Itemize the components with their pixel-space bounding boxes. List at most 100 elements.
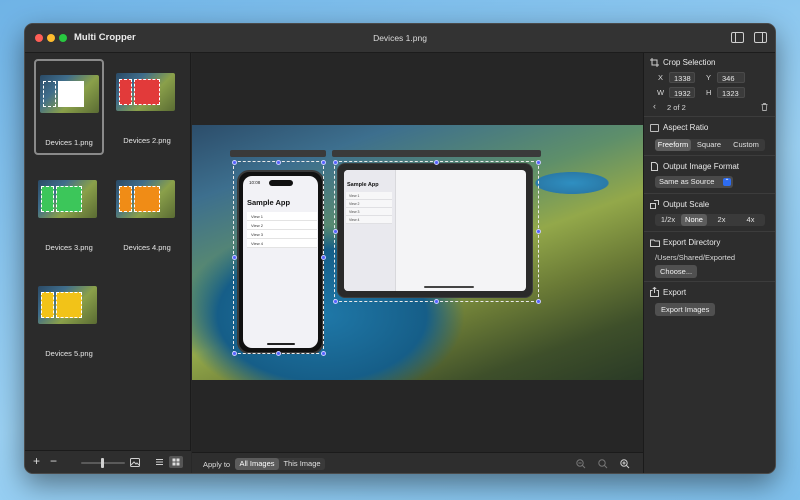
crop-handle[interactable] <box>320 350 326 356</box>
crop-handle[interactable] <box>320 159 326 165</box>
crop-handle[interactable] <box>332 159 338 165</box>
crop-handle[interactable] <box>276 350 281 356</box>
export-directory-section: Export Directory /Users/Shared/Exported … <box>644 232 775 282</box>
export-icon <box>650 287 659 297</box>
thumbnail-image <box>116 73 175 111</box>
section-title: Export <box>663 288 687 297</box>
thumbnail-item[interactable]: Devices 1.png <box>34 59 104 155</box>
inspector-toggle-icon[interactable] <box>754 32 767 43</box>
crop-handle[interactable] <box>231 350 237 356</box>
x-label: X <box>658 73 664 82</box>
y-field[interactable]: 346 <box>717 72 745 83</box>
output-scale-section: Output Scale 1/2x None 2x 4x <box>644 194 775 232</box>
thumbnail-accent <box>58 81 84 107</box>
crop-handle[interactable] <box>332 229 338 234</box>
list-view-icon[interactable] <box>153 457 165 467</box>
thumbnail-accent <box>56 292 82 318</box>
thumbnail-sidebar: Devices 1.png Devices 2.png Devices 3.pn… <box>25 53 191 452</box>
crop-handle[interactable] <box>332 298 338 304</box>
thumbnail-label: Devices 4.png <box>123 243 171 252</box>
section-title: Aspect Ratio <box>663 123 709 132</box>
w-label: W <box>657 88 665 97</box>
export-images-button[interactable]: Export Images <box>655 303 716 316</box>
sidebar-toggle-icon[interactable] <box>731 32 744 43</box>
crop-rect-ipad[interactable] <box>332 159 541 304</box>
thumbnail-image <box>38 286 97 324</box>
crop-selection-section: Crop Selection X 1338 Y 346 W 1932 H 132… <box>644 53 775 117</box>
thumbnail-item[interactable]: Devices 3.png <box>34 166 104 262</box>
grid-view-icon[interactable] <box>169 456 183 468</box>
section-title: Output Image Format <box>663 162 740 171</box>
thumbnail-item[interactable]: Devices 4.png <box>112 166 182 262</box>
scale-none[interactable]: None <box>681 214 707 226</box>
apply-all-images[interactable]: All Images <box>235 458 279 470</box>
crop-handle[interactable] <box>320 255 326 260</box>
crop-handle[interactable] <box>434 298 439 304</box>
crop-handle[interactable] <box>231 159 237 165</box>
thumbnail-accent <box>134 186 160 212</box>
x-field[interactable]: 1338 <box>669 72 695 83</box>
image-icon[interactable] <box>130 458 140 467</box>
crop-handle[interactable] <box>276 159 281 165</box>
scale-half[interactable]: 1/2x <box>655 214 681 226</box>
remove-button[interactable]: − <box>50 454 57 468</box>
crop-handle[interactable] <box>535 159 541 165</box>
thumbnail-label: Devices 3.png <box>45 243 93 252</box>
aspect-ratio-icon <box>650 124 659 132</box>
output-format-popup[interactable]: Same as Source ⌃ <box>655 176 733 188</box>
apply-to-label: Apply to <box>203 460 231 469</box>
thumbnail-label: Devices 2.png <box>123 136 171 145</box>
h-label: H <box>706 88 712 97</box>
h-field[interactable]: 1323 <box>717 87 745 98</box>
zoom-in-icon[interactable] <box>620 459 630 469</box>
phone-window-bar <box>230 150 326 157</box>
thumbnail-size-slider[interactable] <box>81 458 125 468</box>
inspector-panel: Crop Selection X 1338 Y 346 W 1932 H 132… <box>643 53 775 473</box>
crop-handle[interactable] <box>231 255 237 260</box>
zoom-out-icon[interactable] <box>576 459 586 469</box>
thumbnail-label: Devices 5.png <box>45 349 93 358</box>
previous-selection-icon[interactable]: ‹ <box>653 101 656 111</box>
scale-2x[interactable]: 2x <box>707 214 736 226</box>
w-field[interactable]: 1932 <box>669 87 695 98</box>
ipad-window-bar <box>332 150 541 157</box>
aspect-square[interactable]: Square <box>691 139 727 151</box>
title-bar: Multi Cropper Devices 1.png <box>25 24 775 53</box>
file-icon <box>651 162 658 171</box>
thumbnail-item[interactable]: Devices 2.png <box>112 59 182 155</box>
crop-canvas[interactable]: 10:08 Sample App View 1 View 2 View 3 Vi… <box>192 53 643 452</box>
chevron-updown-icon: ⌃ <box>723 178 731 186</box>
apply-this-image[interactable]: This Image <box>279 458 325 470</box>
aspect-freeform[interactable]: Freeform <box>655 139 691 151</box>
thumbnail-image <box>40 75 99 113</box>
trash-icon[interactable] <box>761 103 768 111</box>
selection-pager: 2 of 2 <box>667 103 686 112</box>
y-label: Y <box>706 73 712 82</box>
crop-rect-phone[interactable] <box>231 159 326 356</box>
scale-4x[interactable]: 4x <box>736 214 765 226</box>
choose-directory-button[interactable]: Choose... <box>655 265 698 278</box>
export-section: Export Export Images <box>644 282 775 324</box>
thumbnail-item[interactable]: Devices 5.png <box>34 272 104 368</box>
canvas-toolbar: Apply to All Images This Image <box>192 452 643 473</box>
crop-handle[interactable] <box>535 298 541 304</box>
crop-handle[interactable] <box>434 159 439 165</box>
aspect-ratio-segmented[interactable]: Freeform Square Custom <box>655 139 765 151</box>
export-path: /Users/Shared/Exported <box>655 253 736 262</box>
crop-handle[interactable] <box>535 229 541 234</box>
output-scale-segmented[interactable]: 1/2x None 2x 4x <box>655 214 765 226</box>
section-title: Output Scale <box>663 200 710 209</box>
apply-to-segmented[interactable]: All Images This Image <box>235 458 325 470</box>
thumbnail-accent <box>134 79 160 105</box>
folder-icon <box>650 239 660 247</box>
slider-knob[interactable] <box>101 458 104 468</box>
thumbnail-image <box>38 180 97 218</box>
app-window: Multi Cropper Devices 1.png Devices 1.pn… <box>24 23 776 474</box>
thumbnail-image <box>116 180 175 218</box>
add-button[interactable]: + <box>33 454 40 468</box>
document-title: Devices 1.png <box>373 33 427 43</box>
scale-icon <box>650 200 659 209</box>
zoom-fit-icon[interactable] <box>598 459 608 469</box>
aspect-custom[interactable]: Custom <box>727 139 765 151</box>
crop-icon <box>650 58 659 67</box>
